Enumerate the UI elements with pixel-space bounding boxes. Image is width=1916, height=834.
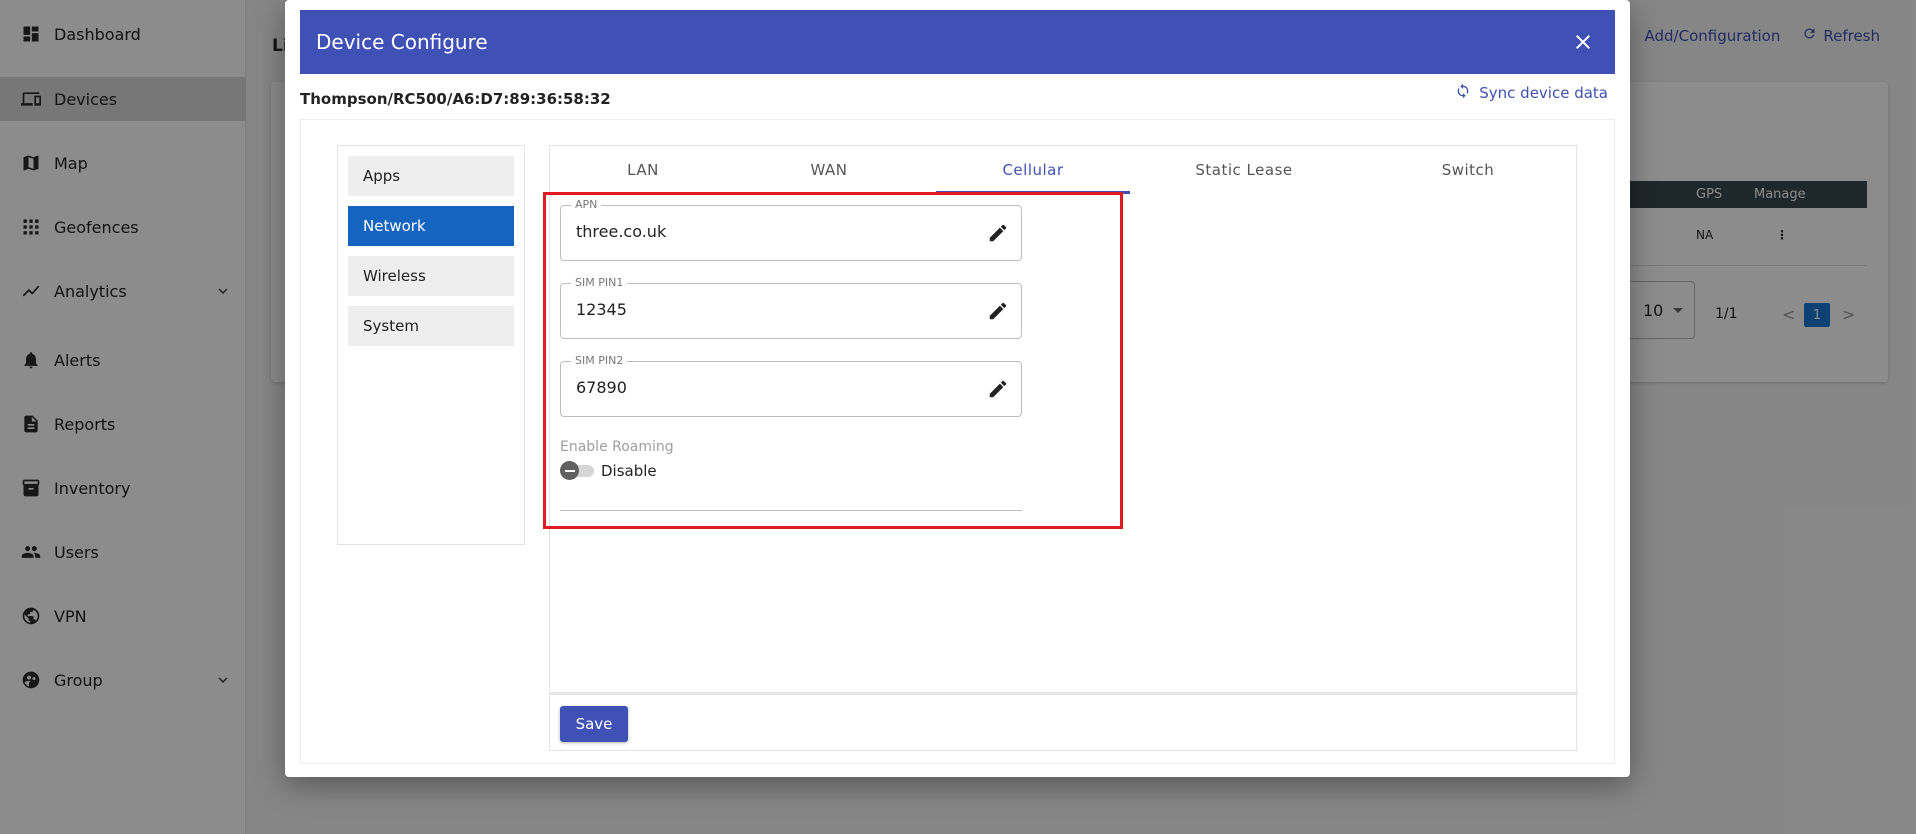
close-icon [1576, 35, 1590, 49]
tab-wan[interactable]: WAN [736, 146, 922, 194]
menu-item-system[interactable]: System [348, 306, 514, 346]
tab-cellular[interactable]: Cellular [936, 146, 1130, 194]
sync-icon [1455, 83, 1471, 103]
config-menu: Apps Network Wireless System [337, 145, 525, 545]
tab-switch[interactable]: Switch [1358, 146, 1578, 194]
dialog-header: Device Configure [300, 10, 1615, 74]
highlight-box [543, 192, 1123, 529]
sync-label: Sync device data [1479, 84, 1608, 102]
save-button[interactable]: Save [560, 706, 628, 742]
panel-footer-divider [550, 692, 1578, 695]
network-panel: LAN WAN Cellular Static Lease Switch APN… [543, 145, 1578, 751]
tab-static-lease[interactable]: Static Lease [1130, 146, 1358, 194]
dialog-title: Device Configure [316, 30, 488, 54]
device-identifier: Thompson/RC500/A6:D7:89:36:58:32 [300, 90, 611, 108]
network-tabs: LAN WAN Cellular Static Lease Switch [550, 146, 1578, 194]
device-configure-dialog: Device Configure Thompson/RC500/A6:D7:89… [285, 0, 1630, 777]
menu-item-wireless[interactable]: Wireless [348, 256, 514, 296]
close-button[interactable] [1571, 30, 1595, 54]
menu-item-apps[interactable]: Apps [348, 156, 514, 196]
tab-lan[interactable]: LAN [550, 146, 736, 194]
sync-device-data-button[interactable]: Sync device data [1455, 83, 1608, 103]
menu-item-network[interactable]: Network [348, 206, 514, 246]
